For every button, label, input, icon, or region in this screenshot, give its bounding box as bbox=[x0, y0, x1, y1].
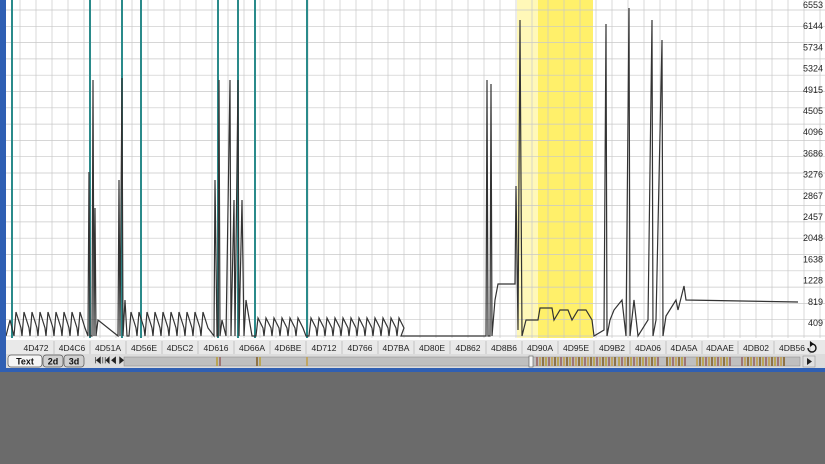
view-tabs: Text 2d 3d bbox=[7, 354, 85, 368]
x-axis-label: 4D66A bbox=[239, 343, 265, 353]
x-axis-label: 4D90A bbox=[527, 343, 553, 353]
overview-scrollbar[interactable] bbox=[123, 356, 801, 367]
y-axis-label: 4096 bbox=[803, 127, 823, 137]
y-axis-label: 5734 bbox=[803, 42, 823, 52]
y-axis-label: 2867 bbox=[803, 191, 823, 201]
x-axis-label: 4D95E bbox=[563, 343, 589, 353]
x-axis-label: 4DB56 bbox=[779, 343, 805, 353]
y-axis-label: 2048 bbox=[803, 233, 823, 243]
waveform-graph[interactable]: 6553 6144 5734 5324 4915 4505 4096 3686 3276 2867… bbox=[6, 0, 825, 372]
y-axis-label: 2457 bbox=[803, 212, 823, 222]
x-axis-label: 4D80E bbox=[419, 343, 445, 353]
y-axis-label: 6144 bbox=[803, 21, 823, 31]
y-axis-label: 6553 bbox=[803, 0, 823, 10]
y-axis-label: 4505 bbox=[803, 106, 823, 116]
desktop-background bbox=[0, 372, 825, 464]
y-axis-label: 1638 bbox=[803, 254, 823, 264]
x-axis-label: 4DA5A bbox=[671, 343, 698, 353]
x-axis-label: 4D51A bbox=[95, 343, 121, 353]
y-axis-label: 819 bbox=[808, 297, 823, 307]
x-axis-label: 4D8B6 bbox=[491, 343, 517, 353]
tab-3d[interactable]: 3d bbox=[63, 354, 85, 368]
x-axis-label: 4D472 bbox=[23, 343, 48, 353]
svg-text:2d: 2d bbox=[48, 357, 59, 367]
x-axis-label: 4D6BE bbox=[275, 343, 302, 353]
scroll-right-icon[interactable] bbox=[802, 355, 816, 368]
x-axis-label: 4D5C2 bbox=[167, 343, 194, 353]
x-axis-label: 4D616 bbox=[203, 343, 228, 353]
graph-background bbox=[6, 0, 825, 342]
x-axis-label: 4DA06 bbox=[635, 343, 661, 353]
x-axis-label: 4DAAE bbox=[706, 343, 734, 353]
x-axis-label: 4D766 bbox=[347, 343, 372, 353]
svg-text:3d: 3d bbox=[69, 357, 80, 367]
y-axis-label: 3686 bbox=[803, 148, 823, 158]
tab-2d[interactable]: 2d bbox=[42, 354, 64, 368]
y-axis-label: 409 bbox=[808, 318, 823, 328]
x-axis-label: 4D4C6 bbox=[59, 343, 86, 353]
x-axis-label: 4D56E bbox=[131, 343, 157, 353]
y-axis-label: 3276 bbox=[803, 170, 823, 180]
tab-text[interactable]: Text bbox=[7, 354, 43, 368]
scrollbar-thumb[interactable] bbox=[528, 355, 534, 368]
x-axis-label: 4D712 bbox=[311, 343, 336, 353]
y-axis-label: 1228 bbox=[803, 276, 823, 286]
x-axis-label: 4D9B2 bbox=[599, 343, 625, 353]
x-axis-label: 4DB02 bbox=[743, 343, 769, 353]
x-axis-label: 4D7BA bbox=[383, 343, 410, 353]
y-axis-label: 5324 bbox=[803, 64, 823, 74]
x-axis-label: 4D862 bbox=[455, 343, 480, 353]
y-axis-label: 4915 bbox=[803, 85, 823, 95]
svg-text:Text: Text bbox=[16, 357, 34, 367]
editor-window: 6553 6144 5734 5324 4915 4505 4096 3686 3276 2867… bbox=[0, 0, 825, 372]
